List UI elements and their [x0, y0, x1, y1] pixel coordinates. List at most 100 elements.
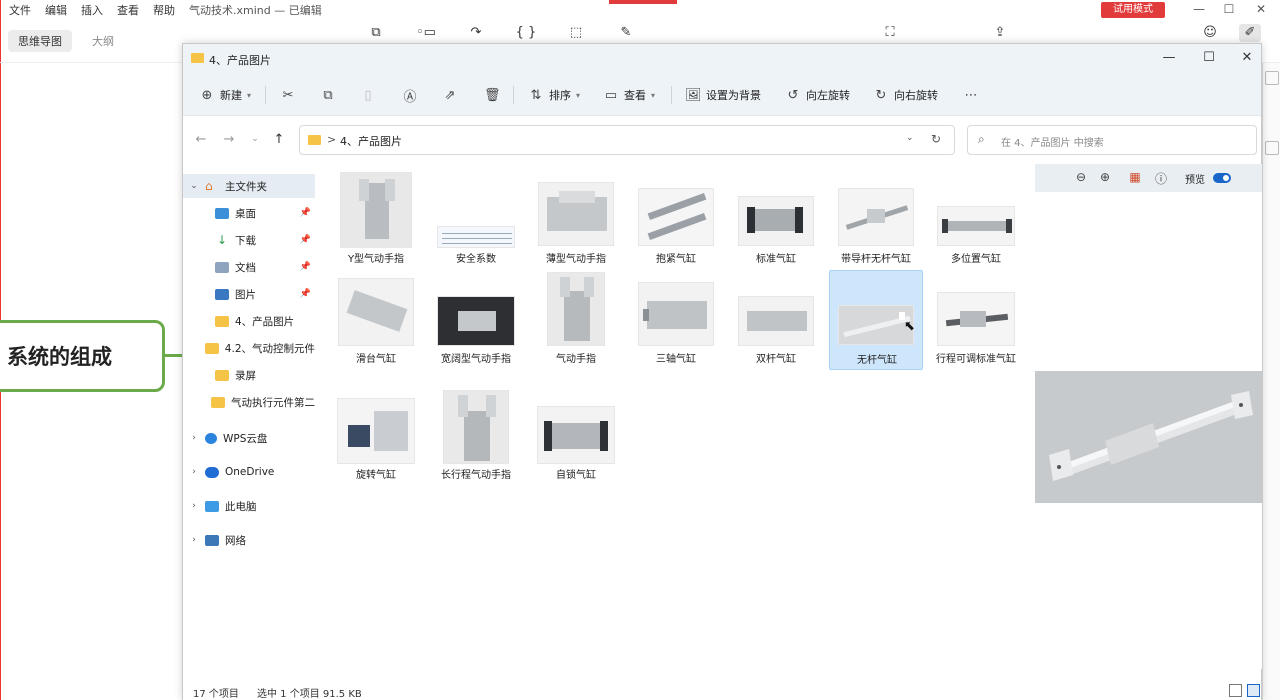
file-item[interactable]: Y型气动手指 [329, 168, 423, 268]
separator [513, 86, 514, 104]
mindmap-topic[interactable]: 系统的组成 [0, 320, 165, 392]
nav-item-label: WPS云盘 [223, 432, 268, 445]
file-item[interactable]: 气动手指 [529, 270, 623, 370]
close-icon[interactable]: ✕ [1237, 50, 1257, 65]
tab-mindmap[interactable]: 思维导图 [8, 30, 72, 52]
nav-item-network[interactable]: › 网络 [183, 528, 315, 552]
preview-label: 预览 [1185, 175, 1205, 186]
menu-file[interactable]: 文件 [9, 2, 31, 18]
close-icon[interactable]: ✕ [1251, 2, 1271, 16]
file-item[interactable]: 薄型气动手指 [529, 168, 623, 268]
rename-button[interactable]: Ⓐ [402, 86, 418, 105]
chevron-down-icon[interactable]: ⌄ [906, 133, 914, 143]
chevron-right-icon[interactable]: › [183, 433, 205, 443]
maximize-icon[interactable]: ☐ [1219, 2, 1239, 16]
file-item[interactable]: 双杆气缸 [729, 270, 823, 370]
nav-item-control-elements[interactable]: 4.2、气动控制元件 [183, 336, 315, 360]
address-bar[interactable]: > 4、产品图片 ⌄ ↻ [299, 125, 955, 155]
app-grid-icon[interactable]: ▦ [1127, 170, 1143, 184]
delete-button[interactable]: 🗑 [484, 86, 501, 104]
file-item[interactable]: 标准气缸 [729, 168, 823, 268]
menu-view[interactable]: 查看 [117, 2, 139, 18]
topic-icon[interactable]: ⧉ [365, 24, 387, 42]
search-placeholder: 在 4、产品图片 中搜索 [1001, 138, 1104, 149]
nav-item-pictures[interactable]: 图片 📌 [183, 282, 315, 306]
nav-item-documents[interactable]: 文档 📌 [183, 255, 315, 279]
nav-item-home[interactable]: ⌄ ⌂ 主文件夹 [183, 174, 315, 198]
new-button[interactable]: ⊕ 新建 ▾ [199, 86, 251, 104]
relationship-icon[interactable]: ↷ [465, 24, 487, 42]
nav-item-actuators[interactable]: 气动执行元件第二 [183, 390, 315, 414]
zoom-out-icon[interactable]: ⊖ [1073, 170, 1089, 184]
rotate-left-label: 向左旋转 [806, 89, 850, 102]
breadcrumb[interactable]: 4、产品图片 [340, 133, 402, 149]
document-title: 气动技术.xmind — 已编辑 [189, 4, 322, 17]
more-button[interactable]: ⋯ [963, 86, 979, 104]
nav-item-recordings[interactable]: 录屏 [183, 363, 315, 387]
nav-item-this-pc[interactable]: › 此电脑 [183, 494, 315, 518]
set-background-button[interactable]: 🖼 设置为背景 [685, 86, 761, 104]
nav-item-wps-cloud[interactable]: › WPS云盘 [183, 426, 315, 450]
paste-button[interactable]: ▯ [360, 86, 376, 104]
menu-edit[interactable]: 编辑 [45, 2, 67, 18]
nav-item-label: 桌面 [235, 207, 256, 220]
file-item[interactable]: 行程可调标准气缸 [929, 270, 1023, 370]
file-item[interactable]: 多位置气缸 [929, 168, 1023, 268]
nav-item-onedrive[interactable]: › OneDrive [183, 460, 315, 484]
boundary-icon[interactable]: { } [515, 24, 537, 42]
nav-item-desktop[interactable]: 桌面 📌 [183, 201, 315, 225]
thumbnail-view-icon[interactable] [1247, 684, 1260, 697]
rotate-left-button[interactable]: ↺ 向左旋转 [785, 86, 850, 104]
panel-icon[interactable] [1265, 71, 1279, 85]
file-item[interactable]: 抱紧气缸 [629, 168, 723, 268]
panel-icon[interactable] [1265, 141, 1279, 155]
nav-item-product-images[interactable]: 4、产品图片 [183, 309, 315, 333]
details-view-icon[interactable] [1229, 684, 1242, 697]
refresh-icon[interactable]: ↻ [931, 132, 941, 146]
note-icon[interactable]: ✎ [615, 24, 637, 42]
sort-button[interactable]: ⇅ 排序 ▾ [528, 86, 580, 104]
help-icon[interactable]: ⓘ [1153, 170, 1169, 187]
file-item[interactable]: 滑台气缸 [329, 270, 423, 370]
share-button[interactable]: ⇗ [442, 86, 458, 104]
rotate-right-button[interactable]: ↻ 向右旋转 [873, 86, 938, 104]
file-item-selected[interactable]: 无杆气缸 ⬉ [829, 270, 923, 370]
minimize-icon[interactable]: — [1159, 50, 1179, 65]
chevron-right-icon[interactable]: › [183, 535, 205, 545]
summary-icon[interactable]: ⬚ [565, 24, 587, 42]
file-item[interactable]: 长行程气动手指 [429, 386, 523, 486]
fullscreen-icon[interactable]: ⛶ [879, 24, 901, 42]
tab-outline[interactable]: 大纲 [82, 30, 124, 52]
trial-mode-button[interactable]: 试用模式 [1101, 2, 1165, 18]
file-item[interactable]: 旋转气缸 [329, 386, 423, 486]
up-icon[interactable]: ↑ [271, 132, 287, 147]
nav-item-downloads[interactable]: ↓ 下载 📌 [183, 228, 315, 252]
chevron-down-icon[interactable]: ⌄ [183, 181, 205, 191]
file-item[interactable]: 自锁气缸 [529, 386, 623, 486]
menu-help[interactable]: 帮助 [153, 2, 175, 18]
file-name: 三轴气缸 [656, 354, 696, 365]
recent-chevron-icon[interactable]: ⌄ [247, 134, 263, 144]
chevron-right-icon[interactable]: › [183, 501, 205, 511]
share-icon[interactable]: ⇪ [989, 24, 1011, 42]
file-item[interactable]: 安全系数 [429, 168, 523, 268]
file-item[interactable]: 带导杆无杆气缸 [829, 168, 923, 268]
forward-icon[interactable]: → [221, 132, 237, 147]
emoji-icon[interactable]: ☺ [1199, 24, 1221, 42]
paste-icon: ▯ [364, 87, 372, 103]
file-item[interactable]: 宽阔型气动手指 [429, 270, 523, 370]
subtopic-icon[interactable]: ◦▭ [415, 24, 437, 42]
back-icon[interactable]: ← [193, 132, 209, 147]
search-input[interactable]: ⌕ 在 4、产品图片 中搜索 [967, 125, 1257, 155]
zoom-in-icon[interactable]: ⊕ [1097, 170, 1113, 184]
preview-toggle[interactable] [1213, 173, 1231, 183]
chevron-right-icon[interactable]: › [183, 467, 205, 477]
maximize-icon[interactable]: ☐ [1199, 50, 1219, 65]
format-icon[interactable]: ✐ [1239, 24, 1261, 42]
view-button[interactable]: ▭ 查看 ▾ [603, 86, 655, 104]
cut-button[interactable]: ✂ [280, 86, 296, 104]
menu-insert[interactable]: 插入 [81, 2, 103, 18]
file-item[interactable]: 三轴气缸 [629, 270, 723, 370]
minimize-icon[interactable]: — [1189, 2, 1209, 16]
copy-button[interactable]: ⧉ [320, 86, 336, 104]
